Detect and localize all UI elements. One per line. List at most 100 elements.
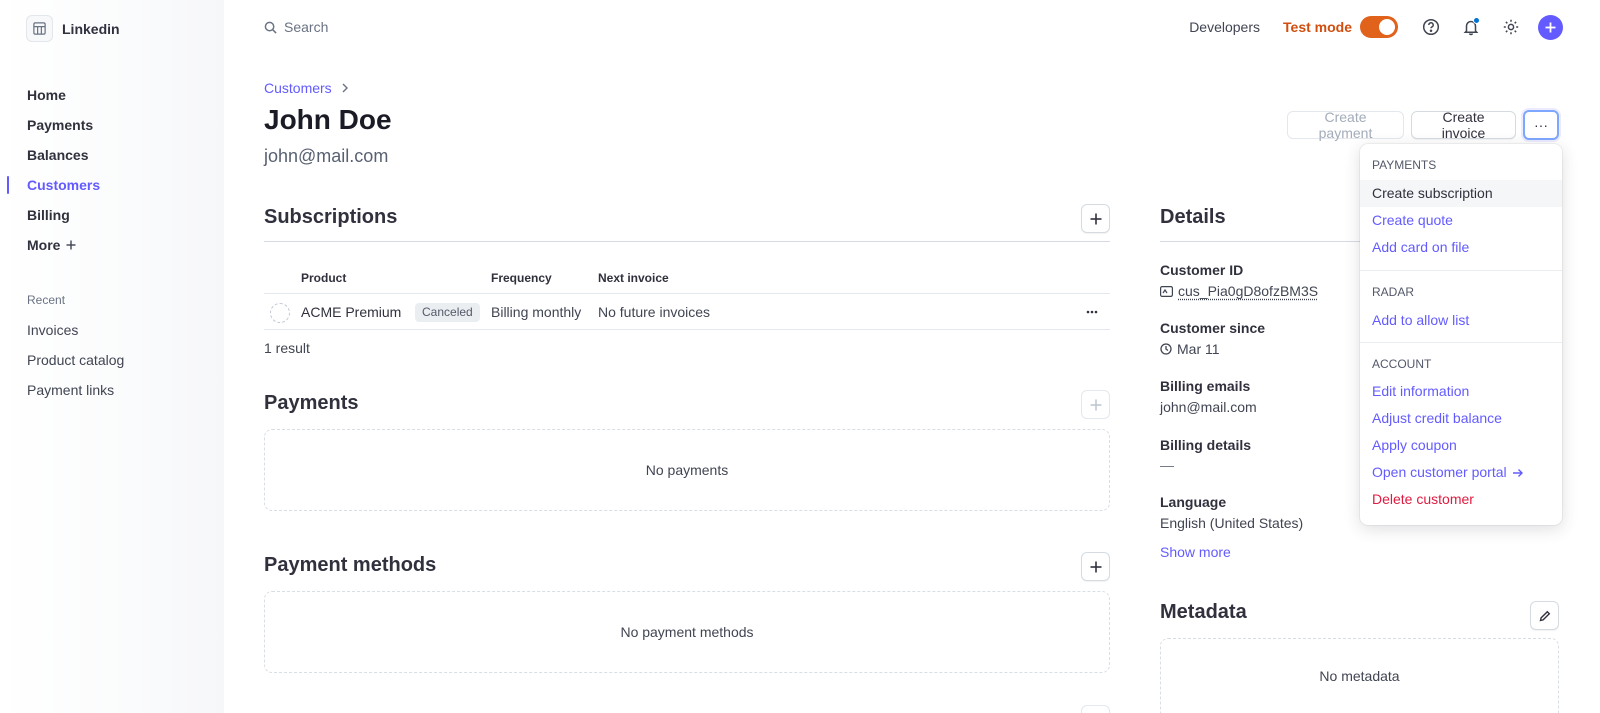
menu-item-create-quote[interactable]: Create quote [1360,207,1562,234]
arrow-right-icon [1512,468,1523,477]
breadcrumb-customers[interactable]: Customers [264,80,332,96]
nav-label: More [27,237,61,253]
recent-item-payment-links[interactable]: Payment links [0,375,224,405]
nav-label: Billing [27,207,70,223]
menu-item-edit-information[interactable]: Edit information [1360,378,1562,405]
divider [1160,241,1360,242]
nav-item-home[interactable]: Home [0,80,224,110]
menu-item-label: Open customer portal [1372,464,1507,480]
more-actions-menu: PAYMENTS Create subscription Create quot… [1360,144,1562,525]
nav-label: Home [27,87,66,103]
customer-since-label: Customer since [1160,320,1266,336]
menu-item-open-customer-portal[interactable]: Open customer portal [1360,459,1562,486]
notifications-bell-icon[interactable] [1458,14,1484,40]
recent-item-invoices[interactable]: Invoices [0,315,224,345]
page-title: John Doe [264,104,392,135]
create-payment-button[interactable]: Create payment [1287,109,1404,141]
nav-item-balances[interactable]: Balances [0,140,224,170]
menu-divider [1360,342,1562,343]
store-icon [26,15,53,42]
plus-icon [1090,213,1101,224]
billing-details-label: Billing details [1160,437,1252,453]
pencil-icon [1539,610,1550,621]
billing-emails-value: john@mail.com [1160,399,1257,415]
details-title: Details [1160,206,1226,228]
recent-item-product-catalog[interactable]: Product catalog [0,345,224,375]
empty-state-text: No payments [645,462,729,478]
subscription-frequency: Billing monthly [491,304,582,320]
plus-icon [1090,399,1101,410]
customer-email: john@mail.com [264,146,389,166]
language-value: English (United States) [1160,515,1304,531]
menu-section-account: ACCOUNT [1372,357,1432,371]
brand-name: Linkedin [62,20,120,37]
customer-since-text: Mar 11 [1177,341,1220,357]
column-header-frequency: Frequency [491,271,552,285]
subscriptions-title: Subscriptions [264,206,398,228]
notification-dot [1473,17,1480,24]
test-mode-toggle[interactable] [1360,16,1398,38]
topbar-actions: Developers Test mode [1189,12,1600,42]
more-actions-button[interactable]: ··· [1523,110,1559,140]
show-more-link[interactable]: Show more [1160,544,1231,560]
divider [264,329,1110,330]
column-header-next-invoice: Next invoice [598,271,669,285]
nav-label: Balances [27,147,89,163]
empty-state-text: No metadata [1319,668,1400,684]
plus-icon [66,240,76,250]
customer-id-value[interactable]: cus_Pia0gD8ofzBM3S [1160,283,1318,299]
gear-icon[interactable] [1498,14,1524,40]
chevron-right-icon [342,83,348,93]
developers-link[interactable]: Developers [1189,19,1260,35]
nav-item-more[interactable]: More [0,230,224,260]
edit-metadata-button[interactable] [1530,601,1559,630]
menu-item-add-card[interactable]: Add card on file [1360,234,1562,261]
customer-since-value: Mar 11 [1160,341,1220,357]
language-label: Language [1160,494,1227,510]
menu-item-create-subscription[interactable]: Create subscription [1360,180,1562,207]
column-header-product: Product [301,271,347,285]
status-badge: Canceled [415,303,480,322]
billing-details-value: — [1160,457,1174,473]
nav-item-payments[interactable]: Payments [0,110,224,140]
add-payment-button[interactable] [1081,390,1110,419]
nav-label: Customers [27,177,101,193]
main-nav: Home Payments Balances Customers Billing… [0,80,224,260]
menu-item-apply-coupon[interactable]: Apply coupon [1360,432,1562,459]
section-add-button[interactable] [1081,705,1110,713]
divider [264,241,1110,242]
nav-item-billing[interactable]: Billing [0,200,224,230]
test-mode-label: Test mode [1283,19,1352,35]
brand[interactable]: Linkedin [26,15,120,42]
menu-section-payments: PAYMENTS [1372,158,1437,172]
add-payment-method-button[interactable] [1081,552,1110,581]
menu-item-adjust-credit-balance[interactable]: Adjust credit balance [1360,405,1562,432]
empty-state-text: No payment methods [620,624,754,640]
recent-list: Invoices Product catalog Payment links [0,315,224,405]
nav-item-customers[interactable]: Customers [0,170,224,200]
payment-methods-empty-state: No payment methods [264,591,1110,673]
create-new-button[interactable] [1538,14,1563,40]
subscription-status-icon [270,303,290,323]
metadata-title: Metadata [1160,601,1247,623]
menu-section-radar: RADAR [1372,285,1415,299]
help-icon[interactable] [1418,14,1444,40]
payments-title: Payments [264,392,359,414]
plus-icon [1090,561,1101,572]
clock-icon [1160,343,1172,355]
menu-item-add-to-allow-list[interactable]: Add to allow list [1360,307,1562,334]
create-invoice-button[interactable]: Create invoice [1411,109,1516,141]
billing-emails-label: Billing emails [1160,378,1251,394]
recent-title: Recent [27,293,66,307]
payments-empty-state: No payments [264,429,1110,511]
result-count: 1 result [264,340,310,356]
subscription-product[interactable]: ACME Premium [301,304,401,320]
row-overflow-menu-icon[interactable] [1082,304,1102,320]
add-subscription-button[interactable] [1081,204,1110,233]
subscription-next-invoice: No future invoices [598,304,711,320]
divider [264,293,1110,294]
search-placeholder: Search [284,19,329,35]
search-bar[interactable]: Search [264,15,644,39]
menu-item-delete-customer[interactable]: Delete customer [1360,486,1562,513]
menu-divider [1360,270,1562,271]
